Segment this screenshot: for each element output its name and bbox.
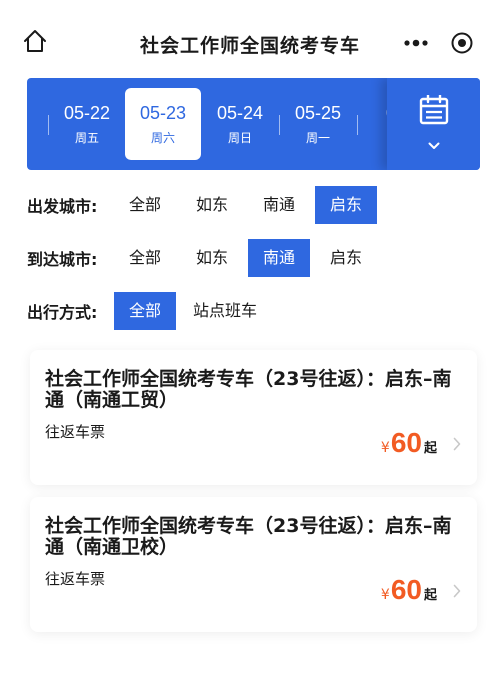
departure-city-filter: 出发城市: 全部 如东 南通 启东 (0, 186, 500, 224)
ticket-type: 往返车票 (45, 423, 106, 441)
weekday-text: 周五 (74, 130, 99, 145)
route-title: 社会工作师全国统考专车（23号往返）：启东–南通（南通工贸） (45, 368, 452, 411)
date-text: 05-23 (139, 102, 187, 123)
ticket-type: 往返车票 (45, 570, 106, 588)
route-card[interactable]: 社会工作师全国统考专车（23号往返）：启东–南通（南通卫校） 往返车票 ¥ 60… (30, 497, 477, 632)
chevron-down-icon (428, 135, 440, 154)
weekday-text: 周一 (305, 130, 330, 145)
mode-option-all[interactable]: 全部 (114, 292, 177, 330)
chevron-right-icon (453, 583, 461, 602)
arrival-option-all[interactable]: 全部 (114, 239, 176, 277)
route-price: ¥ 60 起 (381, 427, 437, 459)
more-dots-icon[interactable] (393, 25, 439, 61)
departure-option-nantong[interactable]: 南通 (248, 186, 310, 224)
filter-label: 出发城市: (27, 197, 98, 216)
calendar-button[interactable] (387, 78, 480, 170)
date-text: 05-24 (216, 102, 264, 123)
mode-option-station-shuttle[interactable]: 站点班车 (178, 292, 272, 330)
date-selector: 05-22 周五 05-23 周六 05-24 周日 05-25 周一 05 周 (27, 78, 480, 170)
route-title: 社会工作师全国统考专车（23号往返）：启东–南通（南通卫校） (45, 515, 452, 558)
filter-label: 到达城市: (27, 250, 98, 269)
price-suffix: 起 (423, 588, 437, 603)
date-option[interactable]: 05-25 周一 (280, 88, 356, 160)
date-text: 05-22 (63, 102, 111, 123)
date-track: 05-22 周五 05-23 周六 05-24 周日 05-25 周一 05 周 (27, 78, 387, 170)
route-price: ¥ 60 起 (381, 574, 437, 606)
arrival-option-qidong[interactable]: 启东 (315, 239, 377, 277)
weekday-text: 周日 (227, 130, 252, 145)
departure-option-rudong[interactable]: 如东 (181, 186, 243, 224)
travel-mode-filter: 出行方式: 全部 站点班车 (0, 292, 500, 330)
date-option-partial[interactable]: 05 周 (358, 88, 387, 160)
calendar-icon (418, 93, 450, 129)
mini-program-close-icon[interactable] (439, 25, 485, 61)
filter-label: 出行方式: (27, 303, 98, 322)
currency-symbol: ¥ (380, 587, 390, 603)
date-text: 05-25 (294, 102, 342, 123)
departure-option-qidong[interactable]: 启东 (315, 186, 378, 224)
date-option[interactable]: 05-24 周日 (202, 88, 278, 160)
date-option-selected[interactable]: 05-23 周六 (125, 88, 201, 160)
weekday-text: 周六 (150, 130, 175, 145)
departure-option-all[interactable]: 全部 (114, 186, 176, 224)
currency-symbol: ¥ (380, 440, 390, 456)
price-value: 60 (390, 574, 422, 605)
mini-program-capsule (393, 25, 485, 61)
route-card[interactable]: 社会工作师全国统考专车（23号往返）：启东–南通（南通工贸） 往返车票 ¥ 60… (30, 350, 477, 485)
price-value: 60 (390, 427, 422, 458)
arrival-option-nantong[interactable]: 南通 (248, 239, 311, 277)
top-navbar: 社会工作师全国统考专车 (0, 0, 500, 80)
chevron-right-icon (453, 436, 461, 455)
arrival-option-rudong[interactable]: 如东 (181, 239, 243, 277)
arrival-city-filter: 到达城市: 全部 如东 南通 启东 (0, 239, 500, 277)
price-suffix: 起 (423, 441, 437, 456)
date-option[interactable]: 05-22 周五 (49, 88, 125, 160)
